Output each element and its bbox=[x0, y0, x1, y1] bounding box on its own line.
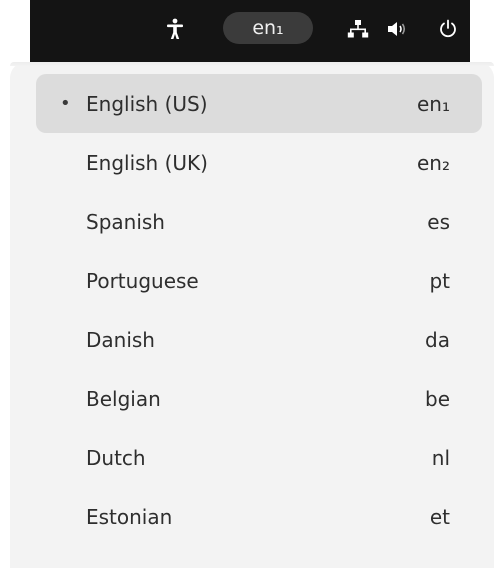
selected-bullet: • bbox=[60, 93, 71, 114]
layout-code: es bbox=[427, 209, 450, 234]
layout-item-english-us[interactable]: • English (US) en₁ bbox=[36, 74, 482, 133]
layout-name: Belgian bbox=[86, 386, 161, 411]
layout-list: • English (US) en₁ English (UK) en₂ Span… bbox=[36, 74, 482, 546]
layout-code: en₁ bbox=[417, 91, 450, 116]
layout-name: Danish bbox=[86, 327, 155, 352]
layout-item-danish[interactable]: Danish da bbox=[36, 310, 482, 369]
volume-icon[interactable] bbox=[382, 12, 414, 46]
layout-item-portuguese[interactable]: Portuguese pt bbox=[36, 251, 482, 310]
layout-code: nl bbox=[431, 445, 450, 470]
layout-item-belgian[interactable]: Belgian be bbox=[36, 369, 482, 428]
layout-name: Portuguese bbox=[86, 268, 199, 293]
layout-name: Dutch bbox=[86, 445, 146, 470]
layout-item-spanish[interactable]: Spanish es bbox=[36, 192, 482, 251]
layout-code: en₂ bbox=[417, 150, 450, 175]
layout-item-english-uk[interactable]: English (UK) en₂ bbox=[36, 133, 482, 192]
layout-name: Estonian bbox=[86, 504, 173, 529]
keyboard-layout-indicator[interactable]: en₁ bbox=[223, 12, 313, 44]
list-scroll-fade bbox=[10, 538, 494, 568]
keyboard-layout-menu: • English (US) en₁ English (UK) en₂ Span… bbox=[10, 62, 494, 568]
layout-code: pt bbox=[429, 268, 450, 293]
layout-name: English (UK) bbox=[86, 150, 208, 175]
layout-name: Spanish bbox=[86, 209, 165, 234]
top-bar: en₁ bbox=[30, 0, 470, 62]
layout-code: da bbox=[425, 327, 450, 352]
keyboard-layout-label: en₁ bbox=[252, 17, 284, 39]
layout-code: be bbox=[425, 386, 450, 411]
power-icon[interactable] bbox=[432, 12, 464, 46]
network-icon[interactable] bbox=[342, 12, 374, 46]
layout-item-dutch[interactable]: Dutch nl bbox=[36, 428, 482, 487]
layout-code: et bbox=[429, 504, 450, 529]
layout-name: English (US) bbox=[86, 91, 208, 116]
popup-top-edge bbox=[10, 62, 494, 66]
accessibility-icon[interactable] bbox=[160, 12, 190, 46]
